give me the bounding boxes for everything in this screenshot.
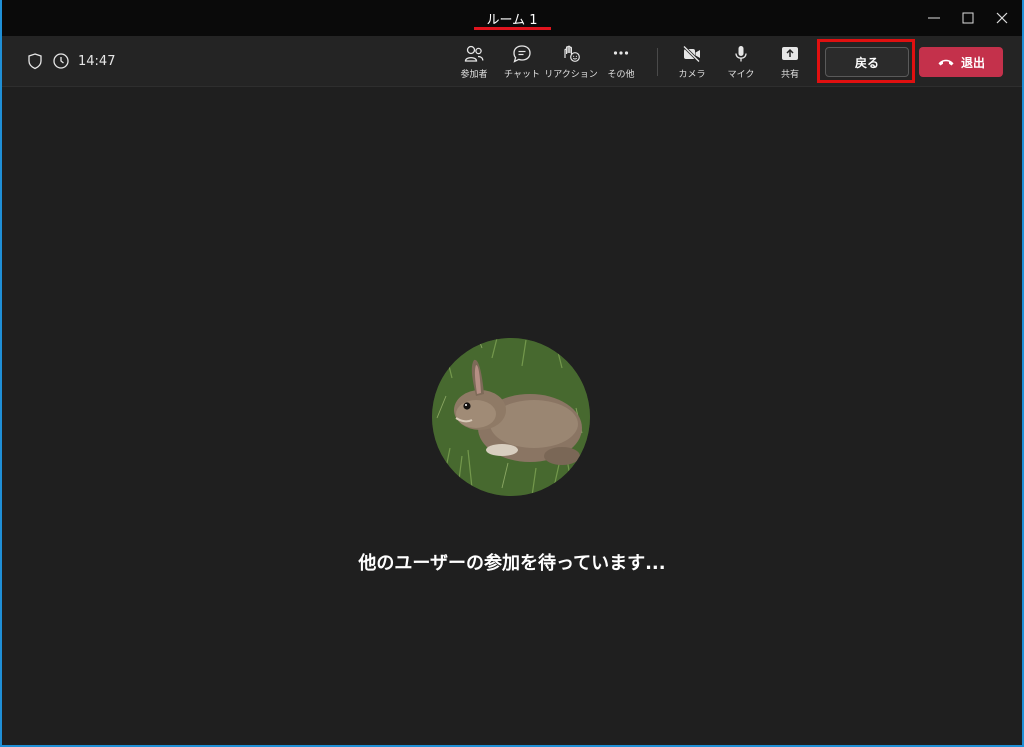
window-frame bbox=[0, 0, 1024, 747]
